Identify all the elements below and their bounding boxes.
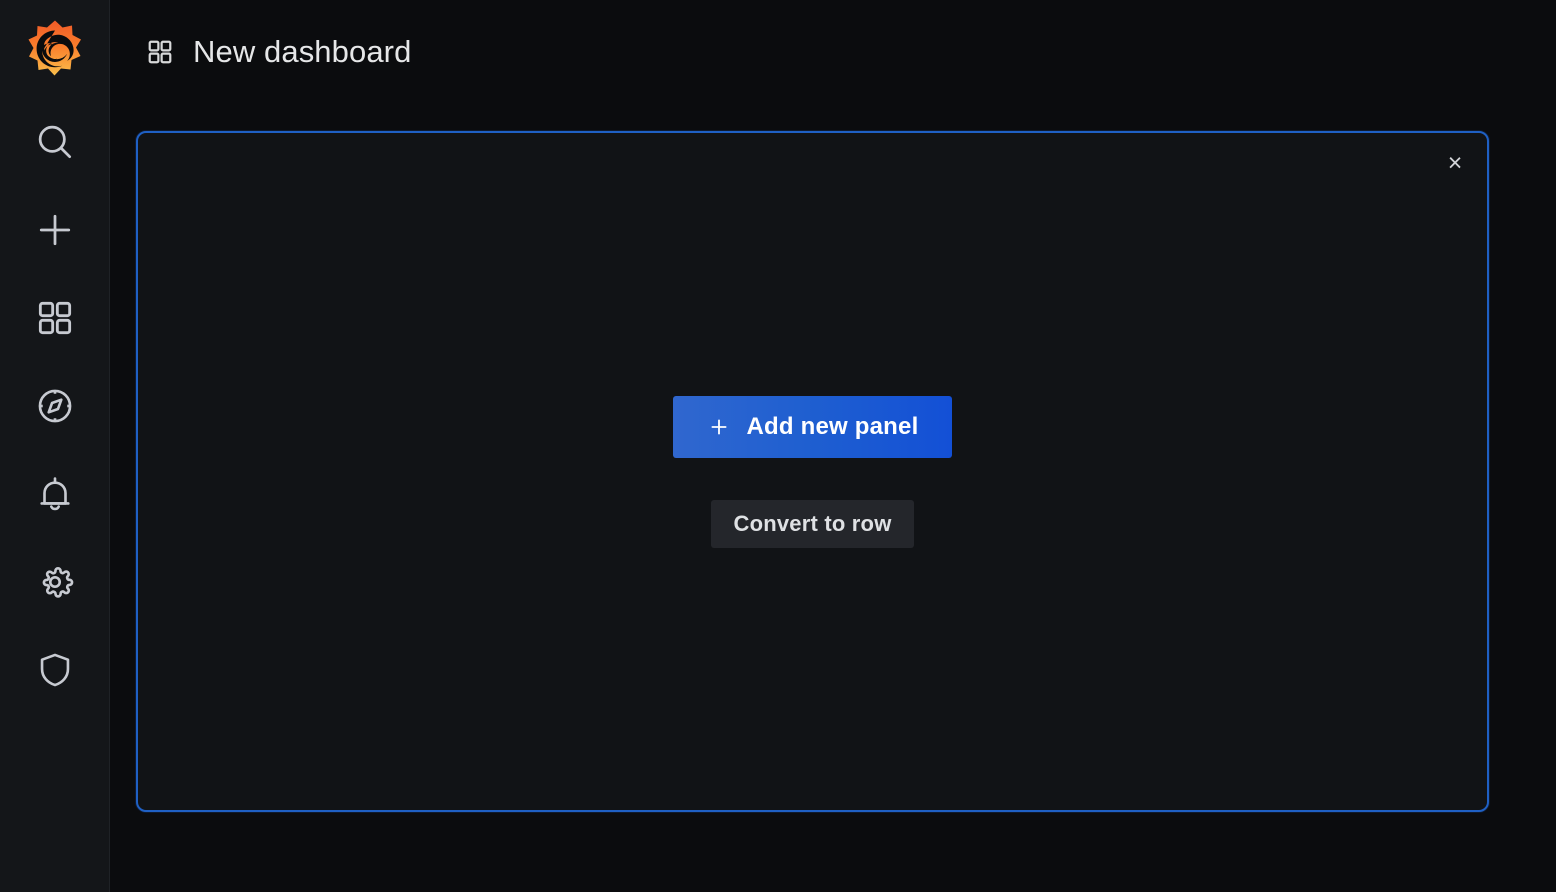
page-title: New dashboard [193, 33, 412, 69]
gear-icon [34, 561, 76, 603]
sidebar-nav-list [0, 98, 110, 714]
main-sidebar [0, 0, 110, 892]
sidebar-item-configuration[interactable] [0, 538, 110, 626]
add-new-panel-label: Add new panel [746, 412, 919, 440]
apps-grid-icon [145, 37, 175, 67]
sidebar-item-alerting[interactable] [0, 450, 110, 538]
plus-icon [707, 415, 731, 439]
add-panel-body: Add new panel Convert to row [138, 133, 1487, 810]
compass-icon [34, 385, 76, 427]
grafana-app-window: New dashboard × Add new panel Convert to… [0, 0, 1556, 892]
sidebar-item-search[interactable] [0, 98, 110, 186]
shield-icon [34, 649, 76, 691]
sidebar-item-create[interactable] [0, 186, 110, 274]
sidebar-item-explore[interactable] [0, 362, 110, 450]
dashboard-header: New dashboard [110, 0, 1556, 103]
grafana-logo-icon [23, 17, 87, 81]
add-new-panel-button[interactable]: Add new panel [672, 395, 953, 458]
add-panel-widget: × Add new panel Convert to row [136, 131, 1489, 812]
bell-icon [34, 473, 76, 515]
plus-icon [33, 208, 77, 252]
sidebar-item-dashboards[interactable] [0, 274, 110, 362]
search-icon [33, 120, 77, 164]
grafana-logo-button[interactable] [0, 0, 110, 98]
convert-to-row-button[interactable]: Convert to row [711, 499, 914, 548]
apps-grid-icon [35, 298, 75, 338]
sidebar-item-server-admin[interactable] [0, 626, 110, 714]
